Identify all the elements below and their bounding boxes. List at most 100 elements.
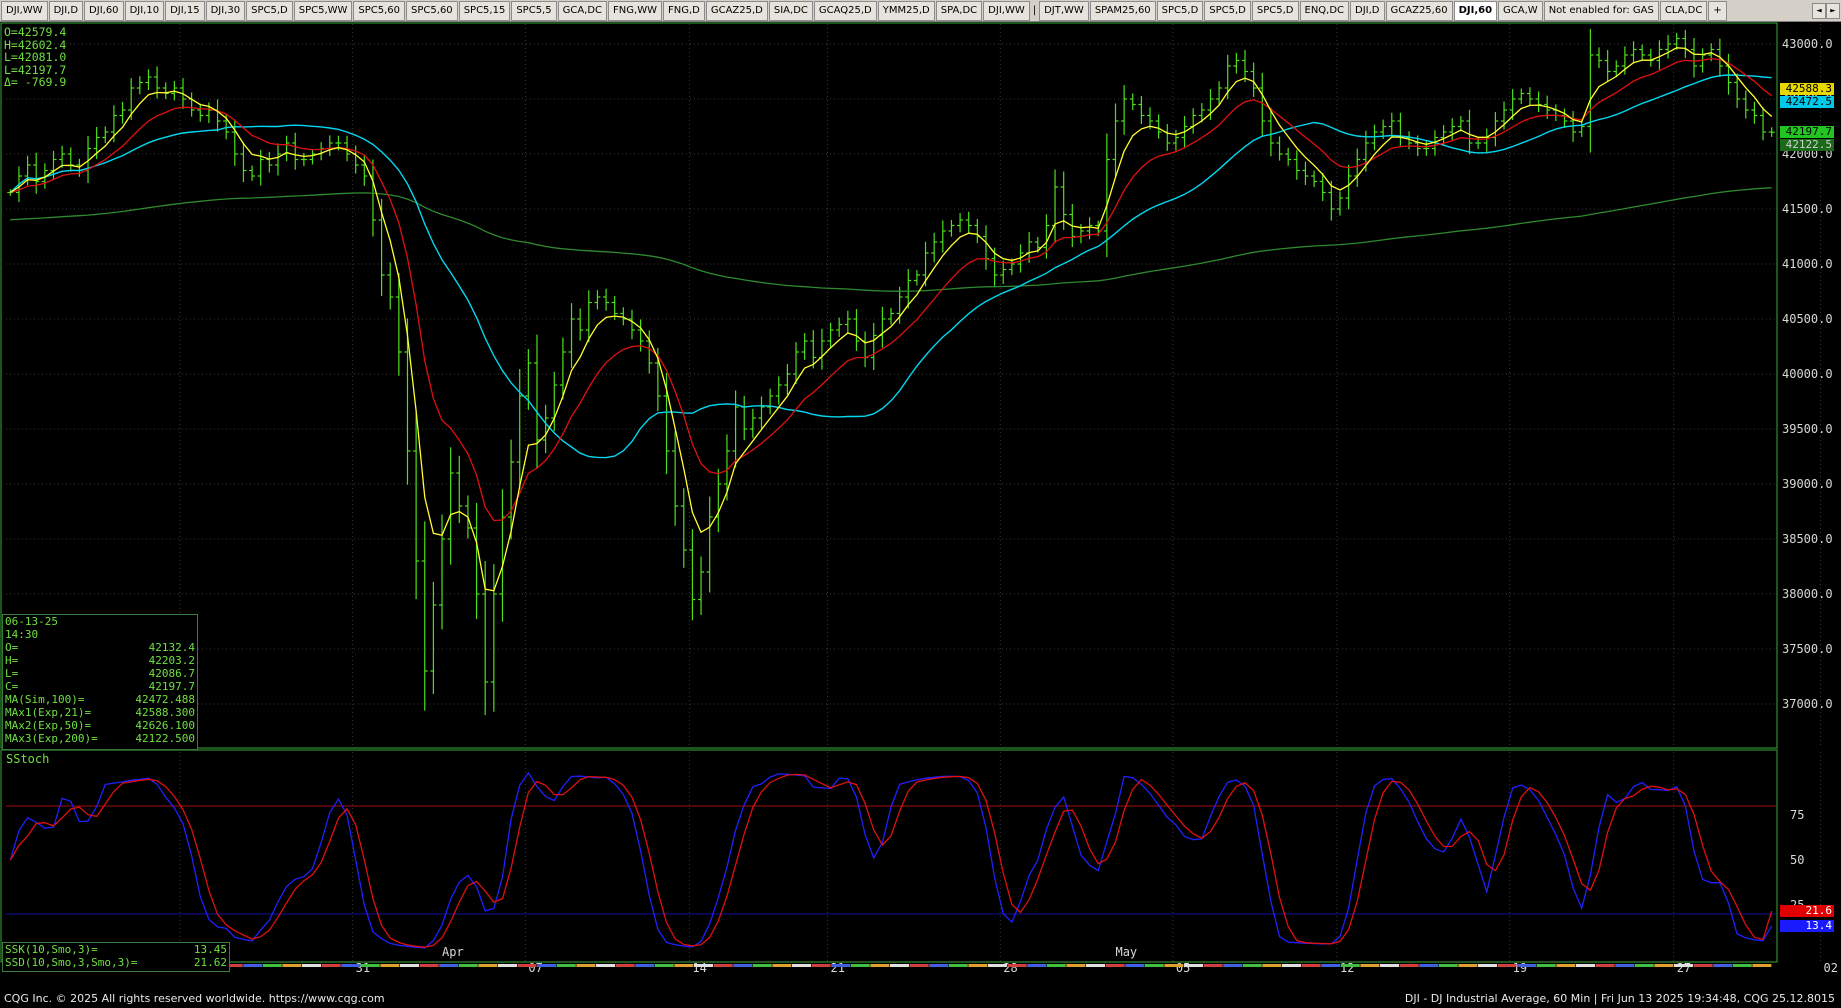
symbol-tab[interactable]: SPC5,D	[1204, 0, 1251, 21]
symbol-tab[interactable]: DJI,15	[165, 0, 205, 21]
info-value: 42472.488	[135, 693, 195, 706]
symbol-tab[interactable]: ENQ,DC	[1299, 0, 1350, 21]
symbol-tab[interactable]: SPC5,60	[353, 0, 406, 21]
time-strip-segment	[1399, 964, 1419, 967]
stoch-info-box: SSK(10,Smo,3)= 13.45 SSD(10,Smo,3,Smo,3)= 2…	[2, 942, 230, 972]
time-strip-segment	[1360, 964, 1380, 967]
symbol-tab[interactable]: SIA,DC	[768, 0, 813, 21]
price-tick-label: 40000.0	[1782, 367, 1833, 381]
stoch-pane-border	[0, 749, 1778, 963]
time-strip-segment	[1752, 964, 1772, 967]
info-key: H=	[5, 654, 19, 667]
time-strip-segment	[302, 964, 321, 967]
symbol-tab[interactable]: SPC5,D	[1251, 0, 1299, 21]
time-tick-label: 02	[1823, 961, 1837, 975]
symbol-tab[interactable]: SPAM25,60	[1089, 0, 1156, 21]
info-row: MAx3(Exp,200)= 42122.500	[3, 732, 197, 745]
price-pane-border	[0, 22, 1778, 749]
symbol-tab[interactable]: CLA,DC	[1659, 0, 1708, 21]
time-strip-segment	[733, 964, 753, 967]
symbol-tab[interactable]: SPC5,5	[511, 0, 557, 21]
symbol-tab[interactable]: FNG,WW	[608, 0, 662, 21]
symbol-tab[interactable]: DJI,WW	[1, 0, 48, 21]
symbol-tab[interactable]: SPC5,WW	[293, 0, 353, 21]
stoch-tick-label: 50	[1790, 853, 1804, 867]
time-strip-segment	[400, 964, 419, 967]
time-strip-segment	[1517, 964, 1537, 967]
time-strip-segment	[556, 964, 576, 967]
symbol-tab[interactable]: DJT,WW	[1039, 0, 1089, 21]
price-tick-label: 41000.0	[1782, 257, 1833, 271]
time-tick-label: 05	[1176, 961, 1190, 975]
info-date: 06-13-25	[5, 615, 58, 628]
time-strip-segment	[360, 964, 380, 967]
scroll-right-icon[interactable]: ►	[1826, 3, 1840, 19]
symbol-tab[interactable]: SPC5,15	[458, 0, 511, 21]
time-strip-segment	[596, 964, 615, 967]
symbol-tab[interactable]: GCA,DC	[557, 0, 608, 21]
time-tick-label: 07	[528, 961, 542, 975]
scroll-left-icon[interactable]: ◄	[1812, 3, 1826, 19]
stoch-value-tag: 21.6	[1780, 905, 1834, 918]
time-strip-segment	[968, 964, 988, 967]
price-value-tag: 42197.7	[1780, 126, 1834, 139]
info-row: MAx2(Exp,50)= 42626.100	[3, 719, 197, 732]
time-strip-segment	[1242, 964, 1262, 967]
copyright-text: CQG Inc. © 2025 All rights reserved worl…	[4, 992, 385, 1005]
symbol-tab[interactable]: DJI,10	[124, 0, 165, 21]
time-strip-segment	[576, 964, 596, 967]
symbol-tab[interactable]: SPA,DC	[935, 0, 983, 21]
time-strip-segment	[1203, 964, 1223, 967]
time-strip-segment	[1497, 964, 1517, 967]
info-key: MAx2(Exp,50)=	[5, 719, 92, 732]
symbol-tab[interactable]: DJI,30	[205, 0, 246, 21]
time-strip-segment	[1536, 964, 1556, 967]
price-tick-label: 39500.0	[1782, 422, 1833, 436]
symbol-tab[interactable]: SPC5,D	[246, 0, 293, 21]
info-key: O=	[5, 641, 19, 654]
symbol-tab[interactable]: DJI,D	[1350, 0, 1385, 21]
time-strip-segment	[1674, 964, 1693, 967]
stoch-key: SSK(10,Smo,3)=	[5, 943, 98, 956]
time-strip-segment	[1223, 964, 1243, 967]
time-strip-segment	[1340, 964, 1360, 967]
info-key: MA(Sim,100)=	[5, 693, 85, 706]
info-time: 14:30	[5, 628, 39, 641]
time-strip-segment	[517, 964, 537, 967]
time-strip-segment	[380, 964, 400, 967]
symbol-tab[interactable]: DJI,60	[1453, 0, 1498, 21]
symbol-tab[interactable]: DJI,60	[84, 0, 124, 21]
ohlc-header: O=42579.4 H=42602.4 L=42081.0 L=42197.7 …	[4, 26, 66, 89]
tab-separator: |	[1032, 5, 1037, 16]
instrument-status-text: DJI - DJ Industrial Average, 60 Min | Fr…	[1404, 992, 1835, 1005]
time-strip-segment	[635, 964, 655, 967]
symbol-tab[interactable]: GCAZ25,D	[705, 0, 768, 21]
price-value-tag: 42122.5	[1780, 139, 1834, 152]
info-value: 42122.500	[135, 732, 195, 745]
info-value: 42203.2	[148, 654, 195, 667]
symbol-tab[interactable]: GCAZ25,60	[1385, 0, 1453, 21]
symbol-tab[interactable]: GCA,W	[1498, 0, 1543, 21]
stoch-panel-title: SStoch	[6, 752, 50, 766]
time-strip-segment	[1595, 964, 1615, 967]
symbol-tab[interactable]: DJI,WW	[983, 0, 1030, 21]
time-strip-segment	[929, 964, 949, 967]
symbol-tab[interactable]: Not enabled for: GAS	[1543, 0, 1659, 21]
time-strip-segment	[792, 964, 811, 967]
time-strip-segment	[321, 964, 341, 967]
symbol-tab[interactable]: SPC5,D	[1156, 0, 1204, 21]
ema200-line	[10, 187, 1772, 292]
time-strip-segment	[948, 964, 968, 967]
symbol-tab[interactable]: YMM25,D	[877, 0, 935, 21]
time-strip-segment	[1144, 964, 1164, 967]
time-strip-segment	[341, 964, 361, 967]
symbol-tab[interactable]: SPC5,60	[406, 0, 458, 21]
status-footer: CQG Inc. © 2025 All rights reserved worl…	[0, 990, 1841, 1008]
symbol-tab[interactable]: DJI,D	[48, 0, 84, 21]
symbol-tab[interactable]: FNG,D	[662, 0, 705, 21]
symbol-tab[interactable]: GCAQ25,D	[813, 0, 877, 21]
time-strip-segment	[1282, 964, 1301, 967]
add-tab-button[interactable]: +	[1708, 0, 1727, 21]
time-strip-segment	[1301, 964, 1321, 967]
time-strip-segment	[478, 964, 498, 967]
